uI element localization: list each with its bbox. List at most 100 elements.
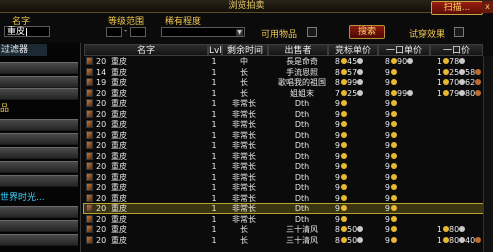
column-header-bid-per[interactable]: 竞标单价 — [328, 44, 378, 56]
bid-price: 9 — [331, 131, 381, 140]
category-highlight[interactable]: 品 — [0, 103, 20, 115]
scan-button[interactable]: 扫描... — [431, 1, 483, 15]
text-cursor — [26, 27, 28, 36]
category-button[interactable] — [0, 88, 78, 100]
category-button[interactable] — [0, 206, 78, 218]
category-button[interactable] — [0, 220, 78, 232]
column-header-seller[interactable]: 出售者 — [268, 44, 328, 56]
filter-tab[interactable]: 过滤器 — [0, 44, 47, 56]
buyout-per-price: 9 — [381, 225, 431, 234]
preview-checkbox[interactable] — [454, 27, 464, 37]
buyout-per-gold-amount: 9 — [384, 162, 390, 171]
column-header-name[interactable]: 名字 — [84, 44, 208, 56]
category-button[interactable] — [0, 161, 78, 173]
bid-gold-amount: 9 — [334, 141, 340, 150]
stack-count: 20 — [96, 110, 107, 119]
heavy-leather-item-icon — [86, 57, 93, 65]
stack-count: 14 — [96, 68, 107, 77]
column-header-lvl[interactable]: Lvl — [208, 44, 222, 56]
close-button[interactable]: x — [482, 1, 493, 13]
auction-row[interactable]: 20 重皮 1 非常长 Dth 9 9 — [84, 99, 493, 108]
time-left: 非常长 — [232, 99, 256, 108]
category-button[interactable] — [0, 133, 78, 145]
auction-row[interactable]: 20 重皮 1 非常长 Dth 9 9 — [84, 183, 493, 192]
buyout-per-price: 9 — [381, 120, 431, 129]
item-name: 重皮 — [111, 162, 127, 171]
buyout-price: 1 78 — [433, 57, 483, 66]
category-button[interactable] — [0, 147, 78, 159]
results-scrollbar[interactable] — [483, 56, 493, 252]
auction-row[interactable]: 20 重皮 1 非常长 Dth 9 9 — [84, 215, 493, 224]
auction-row[interactable]: 20 重皮 1 非常长 Dth 9 9 — [84, 173, 493, 182]
buyout-per-price: 9 — [381, 183, 431, 192]
auction-row[interactable]: 20 重皮 1 中 長是命奇 8 45 8 90 1 78 — [84, 57, 493, 66]
bid-gold-amount: 8 — [334, 68, 340, 77]
buyout-per-price: 9 — [381, 194, 431, 203]
buyout-price: 1 70 62 — [433, 78, 483, 87]
buyout-per-gold-amount: 8 — [384, 57, 390, 66]
bid-price: 8 50 — [331, 225, 381, 234]
auction-row[interactable]: 19 重皮 1 长歌唱我的祖国 8 99 9 1 70 62 — [84, 78, 493, 87]
item-name: 重皮 — [111, 57, 127, 66]
stack-count: 20 — [96, 141, 107, 150]
auction-row[interactable]: 20 重皮 1 非常长 Dth 9 9 — [84, 110, 493, 119]
category-button[interactable] — [0, 119, 78, 131]
min-level-input[interactable] — [106, 27, 122, 37]
auction-row[interactable]: 20 重皮 1 长 三十清风 8 50 9 1 80 40 — [84, 236, 493, 245]
item-level: 1 — [211, 152, 217, 161]
gold-coin-icon — [341, 142, 347, 148]
usable-items-checkbox[interactable] — [307, 27, 317, 37]
auction-row[interactable]: 20 重皮 1 非常长 Dth 9 9 — [84, 120, 493, 129]
name-search-input[interactable]: 重皮 — [4, 26, 50, 37]
item-level: 1 — [211, 110, 217, 119]
buyout-per-price: 9 — [381, 131, 431, 140]
item-level: 1 — [211, 99, 217, 108]
copper-coin-icon — [475, 69, 481, 75]
gold-coin-icon — [391, 100, 397, 106]
auction-row[interactable]: 20 重皮 1 长 三十清风 8 50 9 1 80 — [84, 225, 493, 234]
bid-price: 8 57 — [331, 68, 381, 77]
buyout-price: 1 79 80 — [433, 89, 483, 98]
bid-price: 9 — [331, 99, 381, 108]
column-header-buyout-per[interactable]: 一口单价 — [378, 44, 430, 56]
auction-row[interactable]: 20 重皮 1 非常长 Dth 9 9 — [84, 141, 493, 150]
max-level-input[interactable] — [130, 27, 146, 37]
buyout-per-price: 9 — [381, 110, 431, 119]
bid-gold-amount: 9 — [334, 173, 340, 182]
auction-row[interactable]: 20 重皮 1 非常长 Dth 9 9 — [84, 152, 493, 161]
buyout-per-silver-amount: 90 — [397, 57, 408, 66]
auction-row[interactable]: 20 重皮 1 非常长 Dth 9 9 — [84, 131, 493, 140]
bid-gold-amount: 7 — [334, 89, 340, 98]
rarity-dropdown[interactable]: ▼ — [161, 27, 245, 37]
bid-silver-amount: 50 — [347, 225, 358, 234]
level-separator: - — [124, 26, 128, 36]
buyout-per-price: 8 99 — [381, 89, 431, 98]
column-header-time-left[interactable]: 剩余时间 — [222, 44, 268, 56]
silver-coin-icon — [357, 226, 363, 232]
gold-coin-icon — [391, 216, 397, 222]
category-button[interactable] — [0, 175, 78, 187]
gold-coin-icon — [391, 69, 397, 75]
buyout-per-gold-amount: 9 — [384, 141, 390, 150]
auction-row[interactable]: 20 重皮 1 非常长 Dth 9 9 — [84, 194, 493, 203]
auction-row[interactable]: 20 重皮 1 非常长 Dth 9 9 — [83, 203, 493, 214]
gold-coin-icon — [391, 142, 397, 148]
column-header-buyout[interactable]: 一口价 — [430, 44, 483, 56]
time-left: 非常长 — [232, 215, 256, 224]
search-button[interactable]: 搜索 — [349, 25, 385, 39]
category-button[interactable] — [0, 62, 78, 74]
stack-count: 20 — [96, 162, 107, 171]
buyout-per-price: 9 — [381, 173, 431, 182]
item-level: 1 — [211, 215, 217, 224]
item-name: 重皮 — [111, 215, 127, 224]
item-level: 1 — [211, 57, 217, 66]
heavy-leather-item-icon — [86, 215, 93, 223]
buyout-price — [433, 194, 483, 203]
buyout-per-gold-amount: 9 — [384, 152, 390, 161]
category-button[interactable] — [0, 76, 78, 88]
auction-row[interactable]: 14 重皮 1 长 手流恩照 8 57 9 1 25 58 — [84, 68, 493, 77]
auction-row[interactable]: 20 重皮 1 长 姐姐末 7 25 8 99 1 79 80 — [84, 89, 493, 98]
auction-row[interactable]: 20 重皮 1 非常长 Dth 9 9 — [84, 162, 493, 171]
category-button[interactable] — [0, 234, 78, 246]
buyout-per-silver-amount: 99 — [397, 89, 408, 98]
